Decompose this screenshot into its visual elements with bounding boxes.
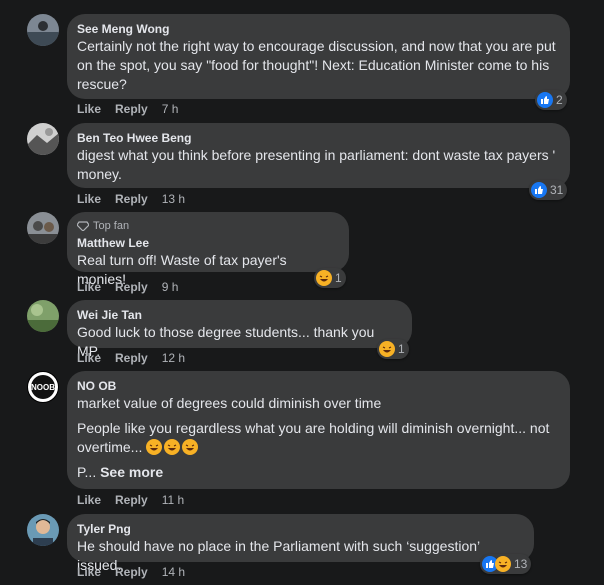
- reaction-summary[interactable]: 1: [314, 268, 346, 288]
- comment-time[interactable]: 11 h: [162, 492, 184, 508]
- noob-logo-text: NOOB: [31, 382, 55, 392]
- top-fan-badge: Top fan: [77, 219, 337, 233]
- like-button[interactable]: Like: [77, 350, 101, 366]
- reaction-count: 31: [550, 183, 564, 197]
- comment-bubble: NO OB market value of degrees could dimi…: [67, 371, 570, 489]
- comment-text: Certainly not the right way to encourage…: [77, 38, 556, 92]
- comment-text: market value of degrees could diminish o…: [77, 395, 382, 411]
- haha-emoji: [146, 439, 163, 455]
- see-more-link[interactable]: See more: [100, 464, 163, 480]
- like-button[interactable]: Like: [77, 101, 101, 117]
- reaction-count: 2: [556, 93, 563, 107]
- comment-actions: Like Reply 14 h: [77, 564, 199, 580]
- truncated-text: P...: [77, 464, 97, 480]
- comment-actions: Like Reply 13 h: [77, 191, 199, 207]
- comment-bubble: Wei Jie Tan Good luck to those degree st…: [67, 300, 412, 359]
- haha-icon: [379, 341, 395, 357]
- like-icon: [537, 92, 553, 108]
- comment-time[interactable]: 14 h: [162, 564, 185, 580]
- avatar[interactable]: NOOB: [27, 371, 59, 403]
- reply-button[interactable]: Reply: [115, 492, 148, 508]
- comment-time[interactable]: 12 h: [162, 350, 185, 366]
- comment-author[interactable]: Wei Jie Tan: [77, 307, 400, 323]
- reply-button[interactable]: Reply: [115, 101, 148, 117]
- comment-time[interactable]: 9 h: [162, 279, 179, 295]
- reaction-summary[interactable]: 31: [529, 180, 568, 200]
- comment-text: digest what you think before presenting …: [77, 147, 556, 182]
- comment-time[interactable]: 13 h: [162, 191, 185, 207]
- like-button[interactable]: Like: [77, 564, 101, 580]
- reply-button[interactable]: Reply: [115, 279, 148, 295]
- like-icon: [531, 182, 547, 198]
- avatar[interactable]: [27, 212, 59, 244]
- avatar[interactable]: [27, 514, 59, 546]
- like-button[interactable]: Like: [77, 279, 101, 295]
- avatar[interactable]: [27, 14, 59, 46]
- comment-actions: Like Reply 9 h: [77, 279, 192, 295]
- like-button[interactable]: Like: [77, 492, 101, 508]
- comment-actions: Like Reply 12 h: [77, 350, 199, 366]
- comment-bubble: See Meng Wong Certainly not the right wa…: [67, 14, 570, 99]
- reply-button[interactable]: Reply: [115, 191, 148, 207]
- like-button[interactable]: Like: [77, 191, 101, 207]
- haha-icon: [495, 556, 511, 572]
- avatar[interactable]: [27, 300, 59, 332]
- reaction-summary[interactable]: 13: [480, 554, 532, 574]
- comment-text-truncated: P... See more: [77, 463, 558, 482]
- reaction-count: 1: [398, 342, 405, 356]
- comment-bubble: Top fan Matthew Lee Real turn off! Waste…: [67, 212, 349, 287]
- reaction-summary[interactable]: 2: [535, 90, 567, 110]
- haha-emoji: [164, 439, 181, 455]
- comment-actions: Like Reply 11 h: [77, 492, 198, 508]
- comment-bubble: Tyler Png He should have no place in the…: [67, 514, 534, 573]
- comment-actions: Like Reply 7 h: [77, 101, 192, 117]
- haha-emoji: [182, 439, 199, 455]
- haha-icon: [316, 270, 332, 286]
- comment-author[interactable]: See Meng Wong: [77, 21, 558, 37]
- reaction-count: 13: [514, 557, 528, 571]
- avatar[interactable]: [27, 123, 59, 155]
- reply-button[interactable]: Reply: [115, 350, 148, 366]
- noob-logo: NOOB: [31, 375, 55, 399]
- comment-time[interactable]: 7 h: [162, 101, 179, 117]
- diamond-icon: [77, 221, 89, 231]
- reaction-count: 1: [335, 271, 342, 285]
- comment-author[interactable]: NO OB: [77, 378, 558, 394]
- reaction-summary[interactable]: 1: [377, 339, 409, 359]
- reply-button[interactable]: Reply: [115, 564, 148, 580]
- comment-author[interactable]: Ben Teo Hwee Beng: [77, 130, 558, 146]
- comment-author[interactable]: Matthew Lee: [77, 235, 337, 251]
- comment-text-paragraph: People like you regardless what you are …: [77, 419, 558, 457]
- badge-label: Top fan: [93, 220, 130, 232]
- comment-bubble: Ben Teo Hwee Beng digest what you think …: [67, 123, 570, 188]
- comment-author[interactable]: Tyler Png: [77, 521, 522, 537]
